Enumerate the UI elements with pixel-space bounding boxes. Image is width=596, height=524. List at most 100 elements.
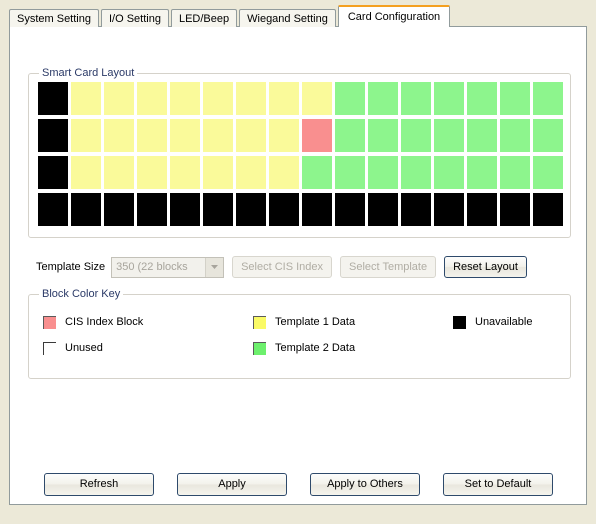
card-block-r2-c0-unavailable[interactable] <box>38 156 68 189</box>
card-block-r0-c12-template-2-data[interactable] <box>434 82 464 115</box>
card-block-r1-c2-template-1-data[interactable] <box>104 119 134 152</box>
card-block-r0-c10-template-2-data[interactable] <box>368 82 398 115</box>
card-block-r1-c15-template-2-data[interactable] <box>533 119 563 152</box>
card-block-r3-c0-unavailable[interactable] <box>38 193 68 226</box>
card-block-r0-c8-template-1-data[interactable] <box>302 82 332 115</box>
tab-card-configuration[interactable]: Card Configuration <box>337 5 451 27</box>
card-block-r3-c12-unavailable[interactable] <box>434 193 464 226</box>
block-color-key-list: CIS Index Block Template 1 Data Unavailabl… <box>43 309 558 361</box>
card-block-r2-c10-template-2-data[interactable] <box>368 156 398 189</box>
card-block-r0-c7-template-1-data[interactable] <box>269 82 299 115</box>
card-block-r3-c3-unavailable[interactable] <box>137 193 167 226</box>
card-block-r1-c9-template-2-data[interactable] <box>335 119 365 152</box>
card-block-r3-c6-unavailable[interactable] <box>236 193 266 226</box>
card-block-r3-c1-unavailable[interactable] <box>71 193 101 226</box>
smart-card-block-grid[interactable] <box>38 82 563 226</box>
template-size-combobox[interactable]: 350 (22 blocks <box>111 256 225 278</box>
card-block-r0-c3-template-1-data[interactable] <box>137 82 167 115</box>
block-color-key-group: Block Color Key CIS Index Block Template … <box>28 288 571 379</box>
card-block-r1-c12-template-2-data[interactable] <box>434 119 464 152</box>
card-block-r2-c3-template-1-data[interactable] <box>137 156 167 189</box>
key-item-template-2-data: Template 2 Data <box>253 341 453 355</box>
card-block-r0-c5-template-1-data[interactable] <box>203 82 233 115</box>
card-block-r3-c15-unavailable[interactable] <box>533 193 563 226</box>
card-block-r1-c0-unavailable[interactable] <box>38 119 68 152</box>
card-block-r2-c2-template-1-data[interactable] <box>104 156 134 189</box>
template-size-row: Template Size 350 (22 blocks Select CIS … <box>36 256 527 278</box>
tab-i-o-setting[interactable]: I/O Setting <box>100 9 169 27</box>
card-block-r0-c2-template-1-data[interactable] <box>104 82 134 115</box>
select-cis-index-button[interactable]: Select CIS Index <box>232 256 333 278</box>
card-block-r3-c14-unavailable[interactable] <box>500 193 530 226</box>
card-block-r2-c12-template-2-data[interactable] <box>434 156 464 189</box>
select-template-button[interactable]: Select Template <box>340 256 437 278</box>
card-block-r2-c7-template-1-data[interactable] <box>269 156 299 189</box>
tab-led-beep[interactable]: LED/Beep <box>170 9 238 27</box>
template-size-value: 350 (22 blocks <box>116 261 188 273</box>
card-block-r1-c11-template-2-data[interactable] <box>401 119 431 152</box>
card-block-r1-c14-template-2-data[interactable] <box>500 119 530 152</box>
color-swatch-cis <box>43 315 56 329</box>
card-block-r3-c8-unavailable[interactable] <box>302 193 332 226</box>
card-block-r0-c1-template-1-data[interactable] <box>71 82 101 115</box>
tab-page-card-configuration: Smart Card Layout Template Size 350 (22 … <box>9 26 587 505</box>
smart-card-layout-title: Smart Card Layout <box>39 67 138 79</box>
card-block-r3-c7-unavailable[interactable] <box>269 193 299 226</box>
card-block-r3-c11-unavailable[interactable] <box>401 193 431 226</box>
color-swatch-unavail <box>453 315 466 329</box>
card-block-r2-c14-template-2-data[interactable] <box>500 156 530 189</box>
apply-button[interactable]: Apply <box>177 473 287 496</box>
template-size-label: Template Size <box>36 261 106 273</box>
key-label: Unused <box>65 342 103 354</box>
card-block-r2-c15-template-2-data[interactable] <box>533 156 563 189</box>
key-label: CIS Index Block <box>65 316 144 328</box>
card-block-r1-c13-template-2-data[interactable] <box>467 119 497 152</box>
card-block-r1-c10-template-2-data[interactable] <box>368 119 398 152</box>
card-block-r2-c8-template-2-data[interactable] <box>302 156 332 189</box>
block-color-key-title: Block Color Key <box>39 288 124 300</box>
card-block-r0-c4-template-1-data[interactable] <box>170 82 200 115</box>
set-to-default-button[interactable]: Set to Default <box>443 473 553 496</box>
color-swatch-t1 <box>253 315 266 329</box>
card-block-r0-c13-template-2-data[interactable] <box>467 82 497 115</box>
refresh-button[interactable]: Refresh <box>44 473 154 496</box>
smart-card-layout-group: Smart Card Layout <box>28 67 571 238</box>
action-button-bar: Refresh Apply Apply to Others Set to Defaul… <box>10 473 588 496</box>
card-block-r1-c6-template-1-data[interactable] <box>236 119 266 152</box>
card-block-r3-c2-unavailable[interactable] <box>104 193 134 226</box>
card-block-r2-c4-template-1-data[interactable] <box>170 156 200 189</box>
card-block-r1-c5-template-1-data[interactable] <box>203 119 233 152</box>
card-block-r3-c13-unavailable[interactable] <box>467 193 497 226</box>
card-block-r2-c5-template-1-data[interactable] <box>203 156 233 189</box>
key-item-unused: Unused <box>43 341 253 355</box>
tab-system-setting[interactable]: System Setting <box>9 9 99 27</box>
card-block-r3-c9-unavailable[interactable] <box>335 193 365 226</box>
card-block-r0-c15-template-2-data[interactable] <box>533 82 563 115</box>
key-label: Template 2 Data <box>275 342 356 354</box>
card-block-r2-c11-template-2-data[interactable] <box>401 156 431 189</box>
card-block-r0-c0-unavailable[interactable] <box>38 82 68 115</box>
card-block-r0-c14-template-2-data[interactable] <box>500 82 530 115</box>
tab-bar: System Setting I/O Setting LED/Beep Wiegand… <box>9 5 451 27</box>
card-block-r3-c10-unavailable[interactable] <box>368 193 398 226</box>
card-block-r1-c3-template-1-data[interactable] <box>137 119 167 152</box>
card-block-r0-c6-template-1-data[interactable] <box>236 82 266 115</box>
card-block-r2-c6-template-1-data[interactable] <box>236 156 266 189</box>
card-block-r2-c13-template-2-data[interactable] <box>467 156 497 189</box>
card-block-r1-c1-template-1-data[interactable] <box>71 119 101 152</box>
chevron-down-icon[interactable] <box>205 257 224 277</box>
card-block-r0-c9-template-2-data[interactable] <box>335 82 365 115</box>
card-block-r2-c1-template-1-data[interactable] <box>71 156 101 189</box>
card-block-r0-c11-template-2-data[interactable] <box>401 82 431 115</box>
apply-to-others-button[interactable]: Apply to Others <box>310 473 420 496</box>
key-label: Unavailable <box>475 316 533 328</box>
card-block-r1-c4-template-1-data[interactable] <box>170 119 200 152</box>
card-block-r1-c7-template-1-data[interactable] <box>269 119 299 152</box>
card-block-r2-c9-template-2-data[interactable] <box>335 156 365 189</box>
card-block-r1-c8-cis-index-block[interactable] <box>302 119 332 152</box>
card-block-r3-c5-unavailable[interactable] <box>203 193 233 226</box>
card-block-r3-c4-unavailable[interactable] <box>170 193 200 226</box>
tab-wiegand-setting[interactable]: Wiegand Setting <box>239 9 336 27</box>
reset-layout-button[interactable]: Reset Layout <box>444 256 527 278</box>
